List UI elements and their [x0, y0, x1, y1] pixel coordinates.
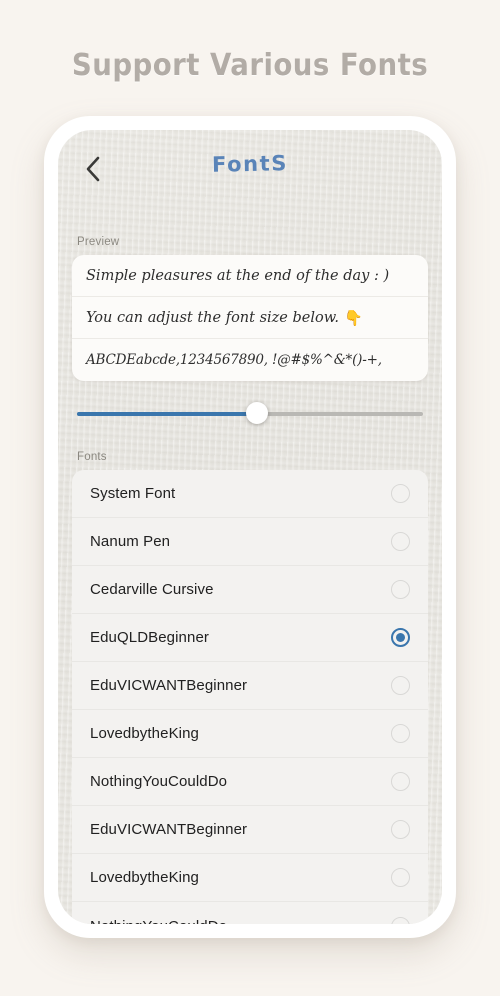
font-list-item-label: LovedbytheKing	[90, 869, 199, 886]
preview-line: ABCDEabcde,1234567890, !@#$%^&*()-+,	[72, 339, 428, 381]
font-list-item[interactable]: EduQLDBeginner	[72, 614, 428, 662]
font-list-item-label: LovedbytheKing	[90, 725, 199, 742]
radio-unselected-icon[interactable]	[391, 820, 410, 839]
font-list-item[interactable]: EduVICWANTBeginner	[72, 806, 428, 854]
slider-thumb[interactable]	[245, 402, 268, 424]
font-size-slider[interactable]	[77, 402, 423, 425]
page-title: FontS	[211, 151, 289, 177]
fonts-list: System Font Nanum Pen Cedarville Cursive Ed…	[72, 470, 428, 924]
radio-unselected-icon[interactable]	[391, 532, 410, 551]
radio-unselected-icon[interactable]	[391, 868, 410, 887]
font-list-item[interactable]: EduVICWANTBeginner	[72, 662, 428, 710]
phone-screen: FontS Preview Simple pleasures at the en…	[58, 130, 442, 924]
fonts-section-label: Fonts	[77, 451, 107, 463]
slider-fill	[77, 412, 257, 416]
preview-card: Simple pleasures at the end of the day :…	[72, 255, 428, 381]
font-list-item[interactable]: Nanum Pen	[72, 518, 428, 566]
preview-line: You can adjust the font size below. 👇	[72, 297, 428, 339]
font-list-item-label: EduQLDBeginner	[90, 629, 209, 646]
font-list-item[interactable]: NothingYouCouldDo	[72, 758, 428, 806]
screen-content: Preview Simple pleasures at the end of t…	[58, 206, 442, 924]
radio-selected-icon[interactable]	[391, 628, 410, 647]
font-list-item-label: System Font	[90, 485, 176, 502]
font-list-item-label: EduVICWANTBeginner	[90, 677, 248, 694]
radio-unselected-icon[interactable]	[391, 484, 410, 503]
navigation-bar: FontS	[58, 130, 442, 206]
font-list-item[interactable]: Cedarville Cursive	[72, 566, 428, 614]
phone-frame: FontS Preview Simple pleasures at the en…	[44, 116, 456, 938]
page-headline: Support Various Fonts	[71, 48, 429, 83]
radio-unselected-icon[interactable]	[391, 772, 410, 791]
radio-unselected-icon[interactable]	[391, 580, 410, 599]
font-list-item-label: EduVICWANTBeginner	[90, 821, 248, 838]
radio-unselected-icon[interactable]	[391, 724, 410, 743]
preview-line-text: ABCDEabcde,1234567890, !@#$%^&*()-+,	[86, 352, 382, 368]
preview-section-label: Preview	[77, 236, 120, 248]
preview-line: Simple pleasures at the end of the day :…	[72, 255, 428, 297]
font-list-item[interactable]: System Font	[72, 470, 428, 518]
font-list-item[interactable]: LovedbytheKing	[72, 854, 428, 902]
preview-line-text: Simple pleasures at the end of the day :…	[86, 267, 390, 284]
font-list-item-label: NothingYouCouldDo	[90, 773, 228, 790]
font-list-item-label: Nanum Pen	[90, 533, 171, 550]
font-list-item[interactable]: NothingYouCouldDo	[72, 902, 428, 924]
font-list-item-label: NothingYouCouldDo	[90, 918, 227, 925]
radio-unselected-icon[interactable]	[391, 676, 410, 695]
radio-unselected-icon[interactable]	[391, 916, 410, 924]
preview-line-text: You can adjust the font size below.	[86, 309, 340, 326]
font-list-item-label: Cedarville Cursive	[90, 581, 214, 598]
font-list-item[interactable]: LovedbytheKing	[72, 710, 428, 758]
point-down-emoji-icon: 👇	[344, 308, 363, 327]
